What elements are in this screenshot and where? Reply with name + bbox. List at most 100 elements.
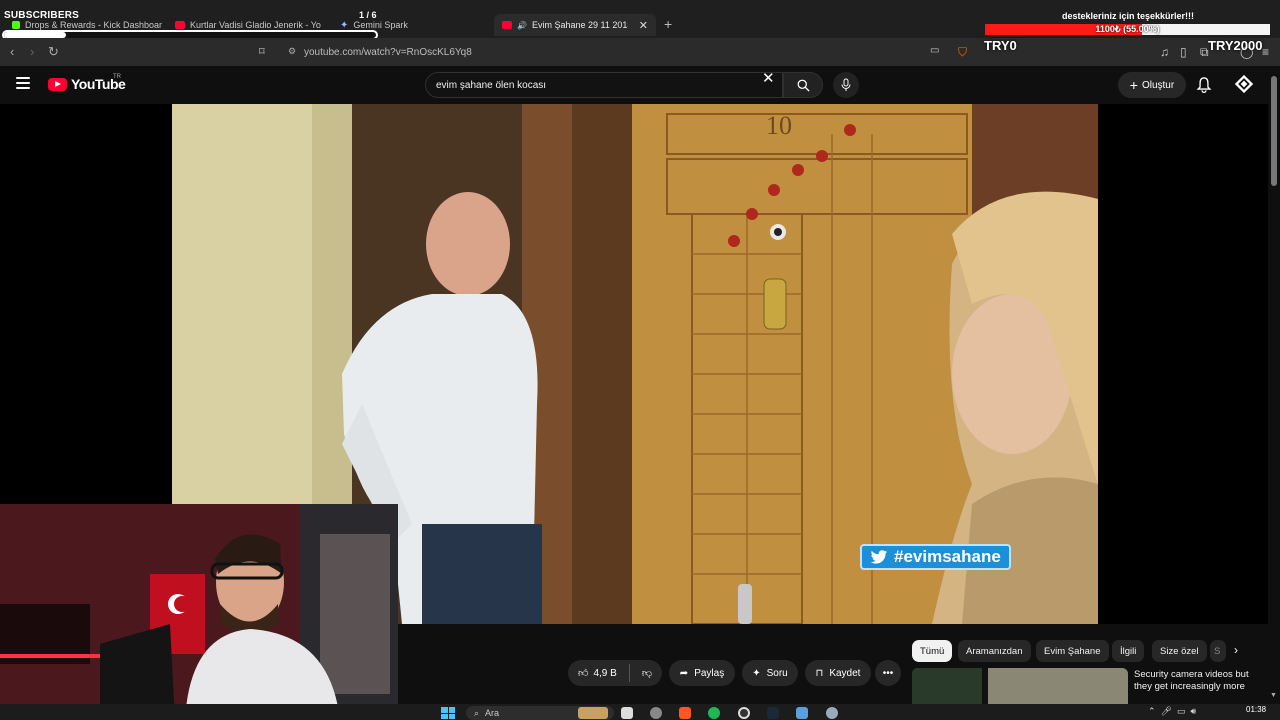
recommendation-title[interactable]: Security camera videos but they get incr… [1134, 669, 1264, 693]
chip-from-search[interactable]: Aramanızdan [958, 640, 1031, 662]
search-query: evim şahane ölen kocası [436, 79, 547, 91]
clock-time: 01:38 [1246, 705, 1267, 714]
more-dots-icon: ••• [882, 667, 894, 679]
youtube-icon [175, 21, 185, 29]
photos-icon[interactable] [796, 707, 808, 719]
chevron-right-icon[interactable]: › [1234, 643, 1238, 657]
chip-related[interactable]: İlgili [1112, 640, 1145, 662]
sparkle-icon: ✦ [752, 667, 761, 679]
cast-icon[interactable]: ▭ [930, 45, 939, 56]
notifications-bell-icon[interactable] [1196, 76, 1212, 93]
app-icon[interactable] [826, 707, 838, 719]
tab-label: Drops & Rewards - Kick Dashboard [25, 20, 162, 30]
forward-icon[interactable]: › [30, 44, 34, 59]
save-label: Kaydet [829, 667, 861, 679]
hashtag-badge: #evimsahane [860, 544, 1011, 570]
webcam-image [0, 504, 398, 720]
thumbs-down-icon: 👎︎ [641, 668, 652, 679]
donation-thanks-text: destekleriniz için teşekkürler!!! [1062, 11, 1195, 21]
youtube-header: YouTube TR evim şahane ölen kocası ✕ + O… [0, 66, 1280, 104]
youtube-icon [502, 21, 512, 29]
widgets-icon[interactable] [578, 707, 608, 719]
hashtag-text: #evimsahane [894, 547, 1001, 566]
chip-all[interactable]: Tümü [912, 640, 953, 662]
browser-menu-icon[interactable]: ≡ [1262, 45, 1269, 59]
windows-taskbar: ⌕ Ara ⌃ 🎤︎ ▭ 🔊︎ 01:38 [0, 704, 1280, 720]
account-avatar[interactable] [1234, 74, 1254, 94]
plus-icon: + [1129, 77, 1138, 93]
kick-icon [12, 21, 20, 29]
gemini-icon: ✦ [340, 19, 349, 31]
bookmark-icon: ⊓ [815, 667, 824, 679]
thumbs-up-icon: 👍︎ [578, 668, 589, 679]
recommendation-thumbnail[interactable] [912, 668, 1128, 704]
hamburger-menu-icon[interactable] [16, 77, 30, 89]
task-view-icon[interactable] [621, 707, 633, 719]
door-number: 10 [766, 111, 792, 140]
create-button[interactable]: + Oluştur [1118, 72, 1186, 98]
bookmark-icon[interactable]: ⌑ [259, 45, 265, 58]
twitter-bird-icon [870, 549, 888, 564]
microphone-icon [841, 78, 851, 91]
like-divider [628, 664, 630, 682]
page-scrollbar[interactable]: ▼ [1268, 66, 1280, 704]
more-actions-button[interactable]: ••• [875, 660, 901, 686]
donation-goal-bar: 1100₺ (55.00%) [985, 24, 1270, 35]
obs-icon[interactable] [738, 707, 750, 719]
brave-shield-icon[interactable]: ⛉ [958, 45, 967, 60]
share-label: Paylaş [694, 667, 725, 679]
streamer-webcam [0, 504, 398, 720]
steam-icon[interactable] [767, 707, 779, 719]
back-icon[interactable]: ‹ [10, 44, 14, 59]
chip-partial[interactable]: S [1210, 640, 1226, 662]
create-label: Oluştur [1141, 79, 1175, 91]
save-button[interactable]: ⊓ Kaydet [805, 660, 871, 686]
new-tab-button[interactable]: + [664, 16, 672, 32]
like-button[interactable]: 👍︎ 4,9 B [578, 667, 617, 680]
taskbar-clock[interactable]: 01:38 [1246, 705, 1266, 714]
search-button[interactable] [783, 72, 823, 98]
ask-button[interactable]: ✦ Soru [742, 660, 798, 686]
url-field[interactable]: ⚙ youtube.com/watch?v=RnOscKL6Yq8 [280, 42, 950, 62]
region-code: TR [113, 74, 121, 80]
scroll-down-arrow-icon[interactable]: ▼ [1270, 692, 1277, 699]
speaker-icon: 🔊 [517, 20, 527, 30]
tab-label: Kurtlar Vadisi Gladio Jenerik - YouTube [190, 20, 321, 30]
settings-icon[interactable] [650, 707, 662, 719]
like-dislike-group: 👍︎ 4,9 B 👎︎ [568, 660, 662, 686]
tab-label: Evim Şahane 29 11 2013 - You [531, 20, 628, 30]
brave-browser-icon[interactable] [679, 707, 691, 719]
windows-start-icon[interactable] [441, 707, 455, 719]
site-info-icon[interactable]: ⚙ [288, 46, 296, 57]
url-text: youtube.com/watch?v=RnOscKL6Yq8 [304, 46, 472, 58]
sidebar-icon[interactable]: ▯ [1180, 45, 1187, 59]
youtube-play-icon [48, 77, 67, 91]
clear-search-icon[interactable]: ✕ [762, 70, 775, 88]
share-button[interactable]: ➦ Paylaş [669, 660, 735, 686]
search-icon [797, 79, 810, 92]
spotify-icon[interactable] [708, 707, 720, 719]
donation-goal-text: 1100₺ (55.00%) [1095, 24, 1160, 34]
reload-icon[interactable]: ↻ [48, 44, 59, 60]
system-tray[interactable]: ⌃ 🎤︎ ▭ 🔊︎ [1148, 706, 1196, 717]
dislike-button[interactable]: 👎︎ [642, 667, 652, 679]
tab-evim-sahane[interactable]: 🔊 Evim Şahane 29 11 2013 - You ✕ [494, 14, 656, 36]
search-input[interactable]: evim şahane ölen kocası [425, 72, 783, 98]
chip-for-you[interactable]: Size özel [1152, 640, 1207, 662]
close-tab-icon[interactable]: ✕ [639, 19, 648, 32]
donation-goal-value: TRY2000 [1208, 38, 1263, 53]
scrollbar-thumb[interactable] [1271, 76, 1277, 186]
thumbnail-image [912, 668, 1128, 704]
music-icon[interactable]: ♫ [1160, 45, 1169, 59]
chip-evim-sahane[interactable]: Evim Şahane [1036, 640, 1109, 662]
taskbar-search-placeholder: Ara [485, 708, 500, 718]
share-icon: ➦ [679, 667, 689, 679]
like-count: 4,9 B [593, 667, 617, 679]
donation-current-value: TRY0 [984, 38, 1017, 53]
voice-search-button[interactable] [833, 72, 859, 98]
ask-label: Soru [766, 667, 788, 679]
subscribers-goal-label: SUBSCRIBERS [4, 10, 79, 21]
browser-address-bar: ‹ › ↻ ⌑ ⚙ youtube.com/watch?v=RnOscKL6Yq… [0, 38, 1280, 66]
search-icon: ⌕ [474, 707, 480, 718]
subscribers-goal-count: 1 / 6 [359, 10, 377, 20]
